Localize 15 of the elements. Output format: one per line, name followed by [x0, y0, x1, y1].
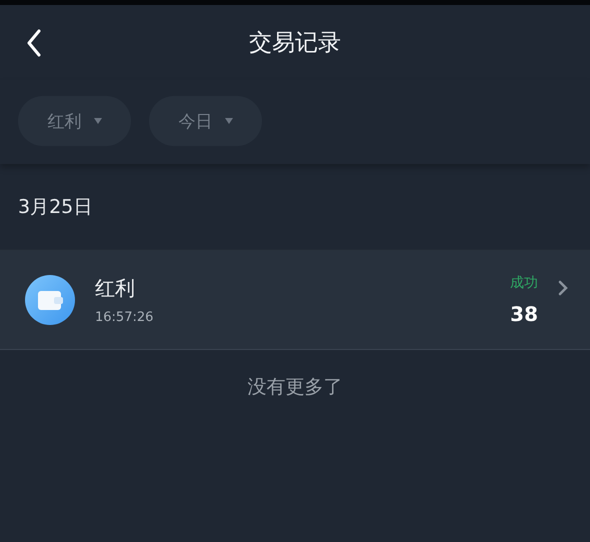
- end-of-list-text: 没有更多了: [246, 375, 344, 400]
- filter-dropdown[interactable]: 红利: [18, 96, 131, 146]
- transaction-amount: 38: [510, 302, 538, 326]
- transaction-name: 红利: [95, 274, 136, 302]
- filter-dropdown[interactable]: 今日: [149, 96, 262, 146]
- transaction-row[interactable]: 红利 16:57:26 成功 38: [0, 249, 590, 350]
- date-heading: 3月25日: [17, 195, 94, 220]
- transaction-time: 16:57:26: [95, 310, 154, 324]
- chevron-right-icon: [558, 280, 568, 296]
- caret-icon: [94, 118, 102, 124]
- wallet-icon: [25, 274, 75, 324]
- back-icon[interactable]: [26, 29, 42, 57]
- page-title: 交易记录: [249, 29, 341, 58]
- caret-icon: [224, 118, 232, 124]
- transaction-status: 成功: [510, 274, 538, 292]
